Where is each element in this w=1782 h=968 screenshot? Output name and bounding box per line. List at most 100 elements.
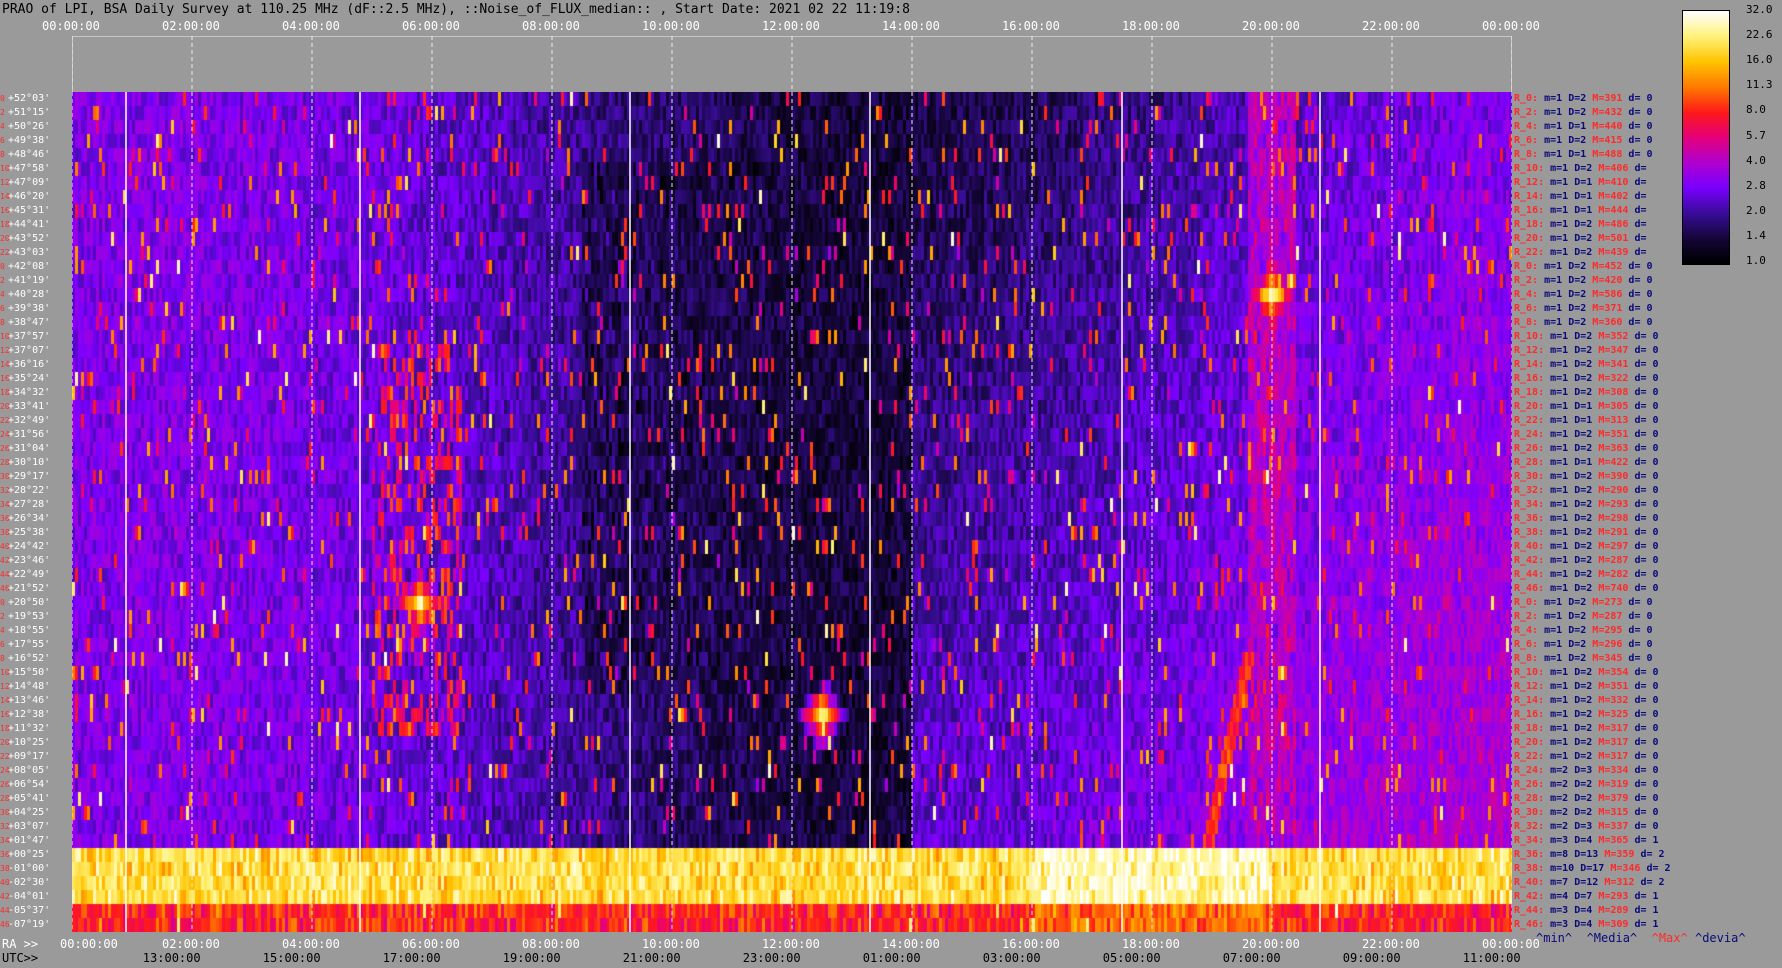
row-stat-max: M=501 — [1598, 233, 1635, 244]
row-stat-dev: d= 0 — [1634, 807, 1665, 818]
row-stat: R_34: m=1 D=2 M=293 d= 0 — [1514, 499, 1665, 510]
row-index: 4 — [0, 290, 5, 299]
colorbar-tick: 2.8 — [1746, 178, 1766, 192]
declination-value: +00°25' — [8, 849, 51, 860]
row-stat-m: m=1 — [1550, 569, 1575, 580]
row-stat: R_14: m=1 D=2 M=332 d= 0 — [1514, 695, 1665, 706]
utc-tick-label: 03:00:00 — [982, 951, 1041, 965]
row-stat-r: R_38: — [1514, 863, 1551, 874]
declination-label: 16+12°38' — [0, 709, 50, 720]
declination-label: 32+03°07' — [0, 821, 50, 832]
row-stat-dev: d= 0 — [1634, 415, 1665, 426]
row-stat-max: M=273 — [1592, 597, 1629, 608]
row-stat-dev: d= — [1634, 233, 1653, 244]
declination-value: +49°38' — [8, 135, 51, 146]
row-stat-d: D=2 — [1574, 737, 1599, 748]
colorbar — [1682, 10, 1730, 265]
row-stat: R_0: m=1 D=2 M=391 d= 0 — [1514, 93, 1659, 104]
row-stat-r: R_26: — [1514, 779, 1551, 790]
row-stat-m: m=3 — [1550, 835, 1575, 846]
utc-tick-label: 15:00:00 — [262, 951, 321, 965]
row-stat-r: R_34: — [1514, 499, 1551, 510]
row-stat: R_18: m=1 D=2 M=486 d= — [1514, 219, 1653, 230]
row-stat-max: M=345 — [1592, 653, 1629, 664]
row-stat-dev: d= 0 — [1634, 709, 1665, 720]
declination-label: 24+08°05' — [0, 765, 50, 776]
row-stat-r: R_22: — [1514, 751, 1551, 762]
row-index: 34 — [0, 500, 10, 509]
declination-label: 22+43°03' — [0, 247, 50, 258]
ra-axis-label: RA >> — [2, 937, 39, 951]
row-stat-dev: d= 0 — [1628, 653, 1659, 664]
declination-value: +33°41' — [8, 401, 51, 412]
row-stat: R_2: m=1 D=2 M=420 d= 0 — [1514, 275, 1659, 286]
row-stat-m: m=1 — [1550, 373, 1575, 384]
row-stat-r: R_10: — [1514, 331, 1551, 342]
row-stat-max: M=415 — [1592, 135, 1629, 146]
declination-value: +29°17' — [8, 471, 51, 482]
declination-label: 42-04°01' — [0, 891, 50, 902]
row-index: 38 — [0, 528, 10, 537]
row-stat-d: D=2 — [1574, 443, 1599, 454]
row-stat-max: M=452 — [1592, 261, 1629, 272]
row-index: 12 — [0, 346, 10, 355]
row-stat-dev: d= 0 — [1634, 485, 1665, 496]
row-stat-d: D=2 — [1574, 373, 1599, 384]
declination-value: +04°25' — [8, 807, 51, 818]
declination-label: 12+14°48' — [0, 681, 50, 692]
row-stat-dev: d= 0 — [1634, 723, 1665, 734]
declination-label: 2 +41°19' — [0, 275, 50, 286]
row-index: 4 — [0, 626, 5, 635]
declination-value: +32°49' — [8, 415, 51, 426]
row-stat-dev: d= 0 — [1628, 625, 1659, 636]
row-stat-d: D=2 — [1574, 247, 1599, 258]
row-stat-r: R_20: — [1514, 401, 1551, 412]
top-tick-label: 06:00:00 — [402, 19, 460, 33]
declination-label: 40-02°30' — [0, 877, 50, 888]
row-stat-m: m=1 — [1544, 275, 1569, 286]
row-stat: R_40: m=1 D=2 M=297 d= 0 — [1514, 541, 1665, 552]
row-stat-dev: d= 0 — [1634, 443, 1665, 454]
row-stat-max: M=371 — [1592, 303, 1629, 314]
row-stat-d: D=13 — [1574, 849, 1605, 860]
top-tick-label: 00:00:00 — [1482, 19, 1540, 33]
row-index: 24 — [0, 766, 10, 775]
row-index: 0 — [0, 262, 5, 271]
row-stat-max: M=296 — [1592, 639, 1629, 650]
row-stat-max: M=352 — [1598, 331, 1635, 342]
row-stat-m: m=1 — [1544, 93, 1569, 104]
row-stat-r: R_4: — [1514, 289, 1545, 300]
row-stat-d: D=2 — [1574, 163, 1599, 174]
row-stat-m: m=1 — [1544, 653, 1569, 664]
declination-label: 18+34°32' — [0, 387, 50, 398]
row-stat-max: M=332 — [1598, 695, 1635, 706]
row-index: 14 — [0, 192, 10, 201]
row-stat-dev: d= — [1634, 205, 1653, 216]
declination-label: 2 +51°15' — [0, 107, 50, 118]
row-index: 18 — [0, 220, 10, 229]
row-stat-max: M=440 — [1592, 121, 1629, 132]
row-stat-d: D=2 — [1568, 597, 1593, 608]
row-stat-d: D=2 — [1574, 387, 1599, 398]
row-stat: R_42: m=1 D=2 M=287 d= 0 — [1514, 555, 1665, 566]
row-stat-max: M=740 — [1598, 583, 1635, 594]
row-stat-m: m=7 — [1550, 877, 1575, 888]
row-stat: R_16: m=1 D=2 M=325 d= 0 — [1514, 709, 1665, 720]
row-index: 2 — [0, 108, 5, 117]
declination-value: +31°04' — [8, 443, 51, 454]
row-stat: R_22: m=1 D=2 M=317 d= 0 — [1514, 751, 1665, 762]
chart-title: PRAO of LPI, BSA Daily Survey at 110.25 … — [2, 2, 910, 17]
declination-value: -04°01' — [8, 891, 51, 902]
row-stat-d: D=2 — [1574, 527, 1599, 538]
declination-value: -01°00' — [8, 863, 51, 874]
row-stat-dev: d= 0 — [1628, 611, 1659, 622]
row-stat-m: m=1 — [1550, 401, 1575, 412]
row-stat: R_46: m=3 D=4 M=309 d= 1 — [1514, 919, 1665, 930]
row-stat: R_38: m=1 D=2 M=291 d= 0 — [1514, 527, 1665, 538]
declination-value: -02°30' — [8, 877, 51, 888]
row-stat-r: R_24: — [1514, 429, 1551, 440]
row-stat-d: D=2 — [1568, 275, 1593, 286]
declination-value: +18°55' — [8, 625, 51, 636]
row-stat-dev: d= 0 — [1628, 135, 1659, 146]
row-stat-r: R_20: — [1514, 737, 1551, 748]
